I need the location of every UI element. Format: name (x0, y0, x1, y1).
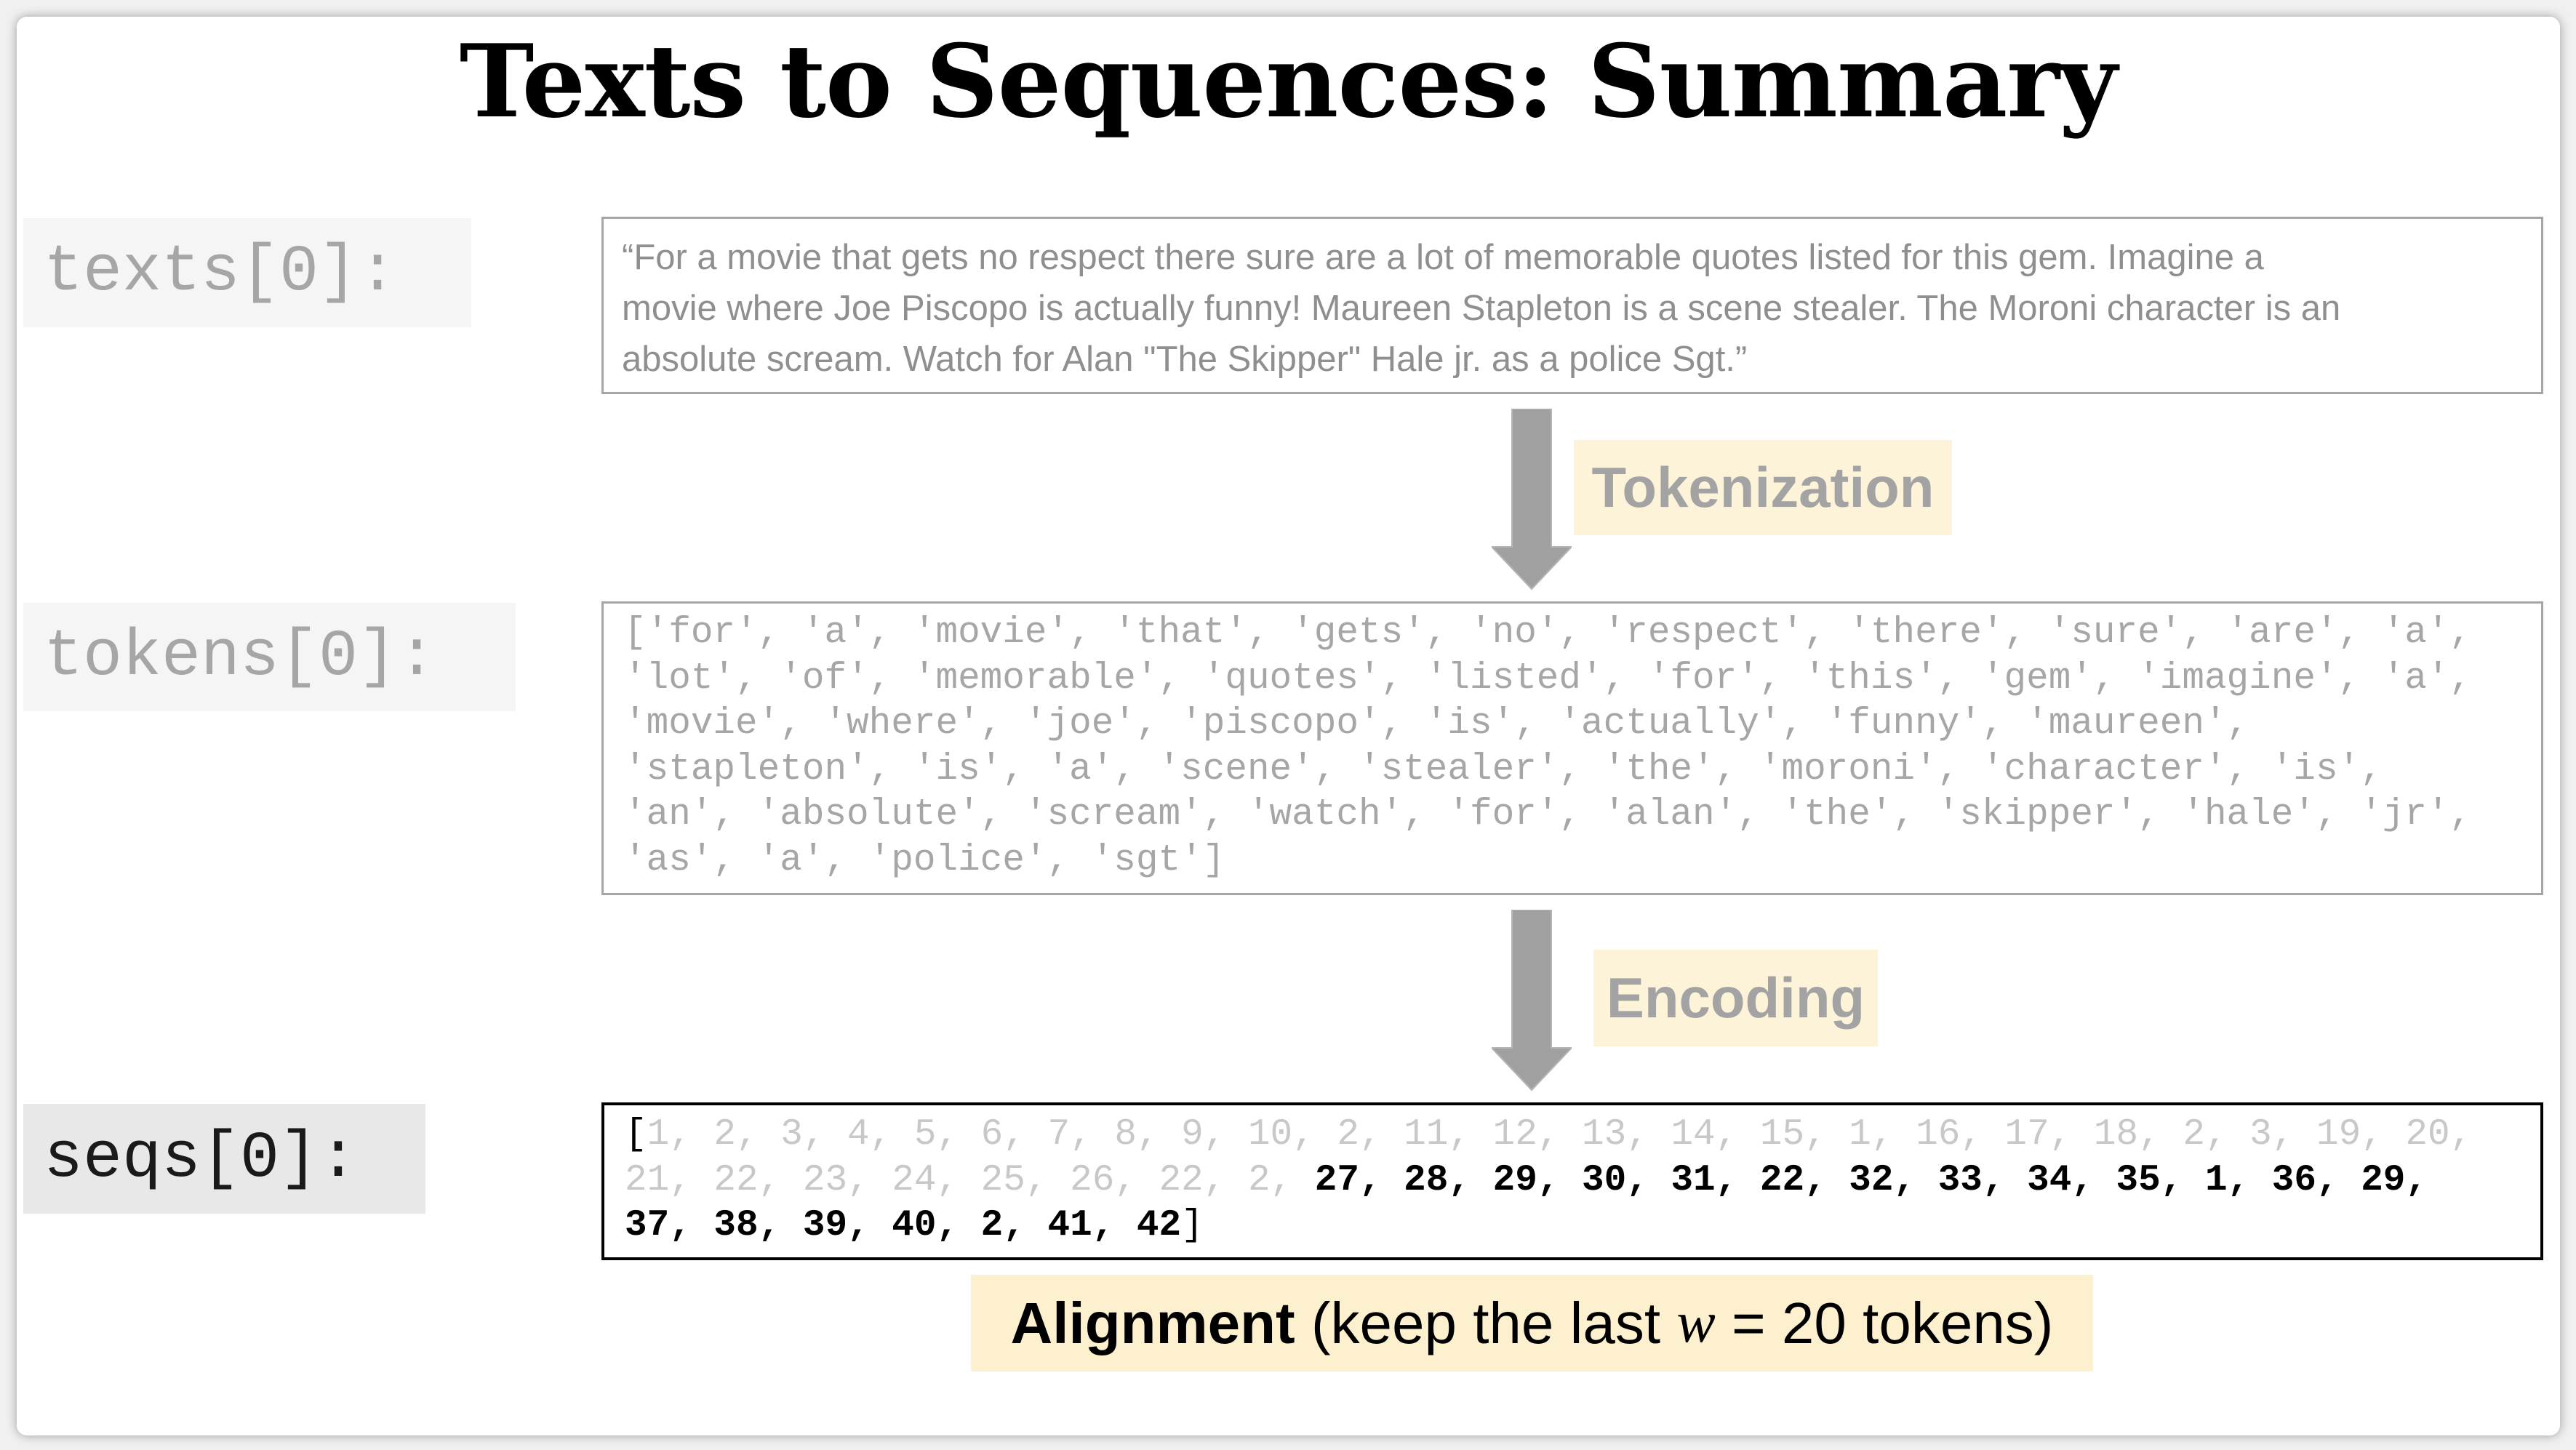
tokens-box: ['for', 'a', 'movie', 'that', 'gets', 'n… (601, 601, 2543, 895)
dropped-ids: 1, 2, 3, 4, 5, 6, 7, 8, 9, 10, 2, 11, 12… (647, 1114, 2473, 1155)
tokens-line: 'stapleton', 'is', 'a', 'scene', 'steale… (624, 748, 2383, 790)
down-arrow-icon (1492, 409, 1572, 590)
alignment-variable: w (1676, 1291, 1716, 1355)
seqs-label: seqs[0]: (23, 1104, 425, 1214)
page-title: Texts to Sequences: Summary (459, 22, 2118, 140)
texts-line: movie where Joe Piscopo is actually funn… (622, 289, 2341, 328)
texts-box: “For a movie that gets no respect there … (601, 217, 2543, 394)
tokens-label: tokens[0]: (23, 603, 516, 711)
alignment-title: Alignment (1010, 1290, 1295, 1355)
kept-ids: 27, 28, 29, 30, 31, 22, 32, 33, 34, 35, … (1314, 1159, 2428, 1201)
tokens-line: 'lot', 'of', 'memorable', 'quotes', 'lis… (624, 657, 2472, 700)
close-bracket: ] (1181, 1205, 1204, 1246)
tokens-line: ['for', 'a', 'movie', 'that', 'gets', 'n… (624, 612, 2472, 654)
tokens-line: 'movie', 'where', 'joe', 'piscopo', 'is'… (624, 703, 2249, 745)
alignment-text: = 20 tokens) (1715, 1290, 2054, 1355)
texts-line: “For a movie that gets no respect there … (622, 238, 2264, 277)
alignment-text: (keep the last (1295, 1290, 1677, 1355)
texts-line: absolute scream. Watch for Alan "The Ski… (622, 340, 1748, 379)
texts-label: texts[0]: (23, 218, 471, 327)
down-arrow-icon (1492, 910, 1572, 1091)
open-bracket: [ (625, 1114, 647, 1155)
encoding-label: Encoding (1593, 950, 1878, 1046)
seqs-box: [1, 2, 3, 4, 5, 6, 7, 8, 9, 10, 2, 11, 1… (601, 1102, 2543, 1260)
tokens-line: 'as', 'a', 'police', 'sgt'] (624, 839, 1225, 881)
tokens-line: 'an', 'absolute', 'scream', 'watch', 'fo… (624, 794, 2472, 836)
tokenization-label: Tokenization (1574, 440, 1952, 535)
dropped-ids: 21, 22, 23, 24, 25, 26, 22, 2, (625, 1159, 1315, 1201)
alignment-label: Alignment (keep the last w = 20 tokens) (971, 1275, 2093, 1371)
kept-ids: 37, 38, 39, 40, 2, 41, 42 (625, 1205, 1182, 1246)
